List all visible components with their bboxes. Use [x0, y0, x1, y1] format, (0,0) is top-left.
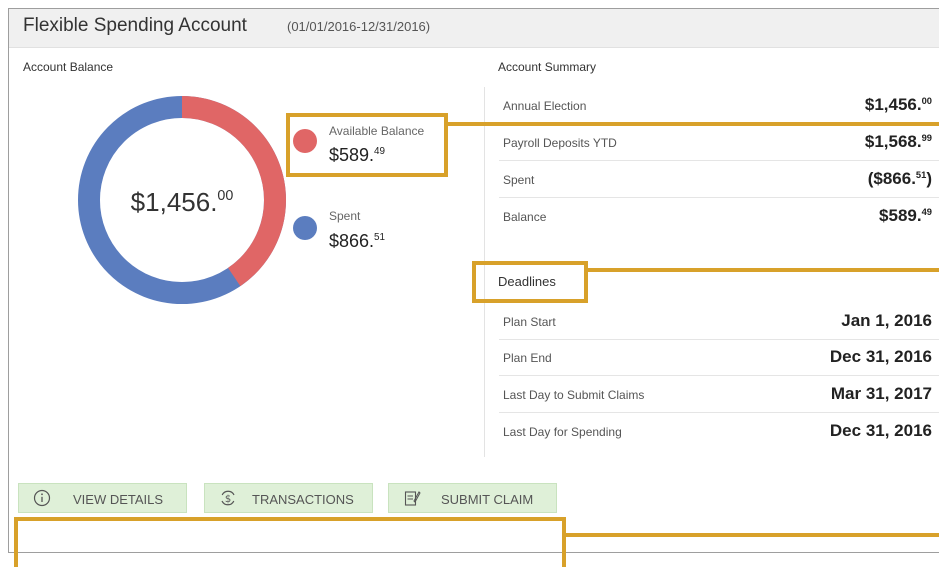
summary-row-spent: Spent ($866.51)	[499, 162, 939, 198]
row-label: Plan End	[503, 351, 552, 365]
account-balance-label: Account Balance	[23, 60, 114, 74]
spent-legend-amount: $866.51	[329, 231, 386, 251]
row-value: ($866.51)	[867, 169, 932, 188]
summary-row-annual-election: Annual Election $1,456.00	[499, 88, 939, 124]
row-label: Payroll Deposits YTD	[503, 136, 617, 150]
info-icon	[33, 489, 51, 507]
summary-row-balance: Balance $589.49	[499, 199, 939, 235]
deadline-row-submit-claims: Last Day to Submit Claims Mar 31, 2017	[499, 377, 939, 413]
row-value: $1,568.99	[864, 132, 932, 151]
spent-legend-label: Spent	[329, 209, 361, 223]
account-summary-label: Account Summary	[498, 60, 597, 74]
row-label: Spent	[503, 173, 535, 187]
row-value: Dec 31, 2016	[829, 421, 932, 440]
deadline-row-plan-start: Plan Start Jan 1, 2016	[499, 304, 939, 340]
transactions-button[interactable]: $ TRANSACTIONS	[204, 483, 373, 513]
deadline-row-plan-end: Plan End Dec 31, 2016	[499, 340, 939, 376]
submit-claim-label: SUBMIT CLAIM	[441, 492, 534, 507]
highlight-actions	[14, 517, 566, 567]
highlight-line-available-balance	[448, 122, 939, 126]
row-label: Annual Election	[503, 99, 587, 113]
view-details-label: VIEW DETAILS	[73, 492, 164, 507]
page-title: Flexible Spending Account	[23, 15, 247, 36]
spent-legend-dot	[293, 216, 317, 240]
claim-form-icon	[404, 491, 421, 506]
summary-row-payroll-deposits: Payroll Deposits YTD $1,568.99	[499, 125, 939, 161]
row-label: Plan Start	[503, 315, 556, 329]
view-details-button[interactable]: VIEW DETAILS	[18, 483, 187, 513]
row-label: Last Day to Submit Claims	[503, 388, 645, 402]
highlight-line-actions	[566, 533, 939, 537]
row-value: Jan 1, 2016	[841, 311, 932, 330]
panel-header: Flexible Spending Account (01/01/2016-12…	[9, 9, 939, 48]
row-value: Mar 31, 2017	[830, 384, 932, 403]
plan-period: (01/01/2016-12/31/2016)	[287, 19, 431, 34]
row-value: Dec 31, 2016	[829, 347, 932, 366]
row-label: Last Day for Spending	[503, 425, 622, 439]
transactions-label: TRANSACTIONS	[252, 492, 354, 507]
deadline-row-last-spending: Last Day for Spending Dec 31, 2016	[499, 414, 939, 450]
row-label: Balance	[503, 210, 547, 224]
row-value: $589.49	[879, 206, 932, 225]
highlight-available-balance	[286, 113, 448, 177]
highlight-line-deadlines	[588, 268, 939, 272]
dollar-refresh-icon: $	[221, 490, 235, 506]
highlight-deadlines	[472, 261, 588, 303]
balance-total: $1,456.00	[130, 187, 234, 217]
svg-text:$: $	[225, 494, 231, 505]
row-value: $1,456.00	[864, 95, 932, 114]
submit-claim-button[interactable]: SUBMIT CLAIM	[388, 483, 557, 513]
